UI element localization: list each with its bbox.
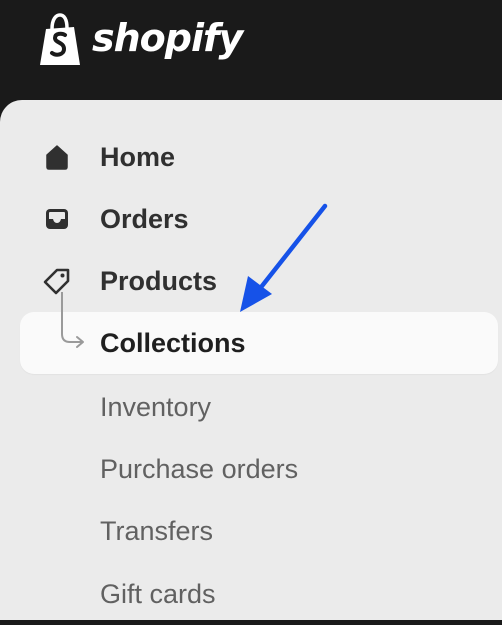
sidebar-item-label: Products — [100, 266, 218, 296]
inbox-icon — [42, 204, 72, 234]
home-icon — [42, 142, 72, 172]
sidebar-item-label: Inventory — [100, 392, 212, 422]
sidebar-item-label: Transfers — [100, 516, 214, 546]
sub-item-connector-icon — [61, 292, 84, 348]
shopify-logo[interactable]: shopify — [36, 8, 243, 72]
sidebar-item-home[interactable]: Home — [0, 126, 502, 188]
sidebar-subitem-gift-cards[interactable]: Gift cards — [0, 563, 502, 625]
sidebar-subitem-purchase-orders[interactable]: Purchase orders — [0, 438, 502, 500]
sidebar-subitem-inventory[interactable]: Inventory — [0, 376, 502, 438]
shopify-bag-icon — [40, 13, 80, 65]
top-bar: shopify — [0, 0, 502, 100]
sidebar-item-label: Home — [100, 142, 176, 172]
sidebar-item-label: Gift cards — [100, 579, 216, 609]
sidebar-item-label: Purchase orders — [100, 454, 299, 484]
sidebar-subitem-collections[interactable]: Collections — [0, 292, 502, 374]
sidebar-item-orders[interactable]: Orders — [0, 188, 502, 250]
sidebar-nav: Home Orders Products Collections Invento… — [0, 100, 502, 620]
sidebar-item-label: Collections — [100, 328, 246, 358]
shopify-wordmark: shopify — [92, 16, 243, 60]
sidebar-subitem-transfers[interactable]: Transfers — [0, 500, 502, 562]
sidebar-item-label: Orders — [100, 204, 189, 234]
